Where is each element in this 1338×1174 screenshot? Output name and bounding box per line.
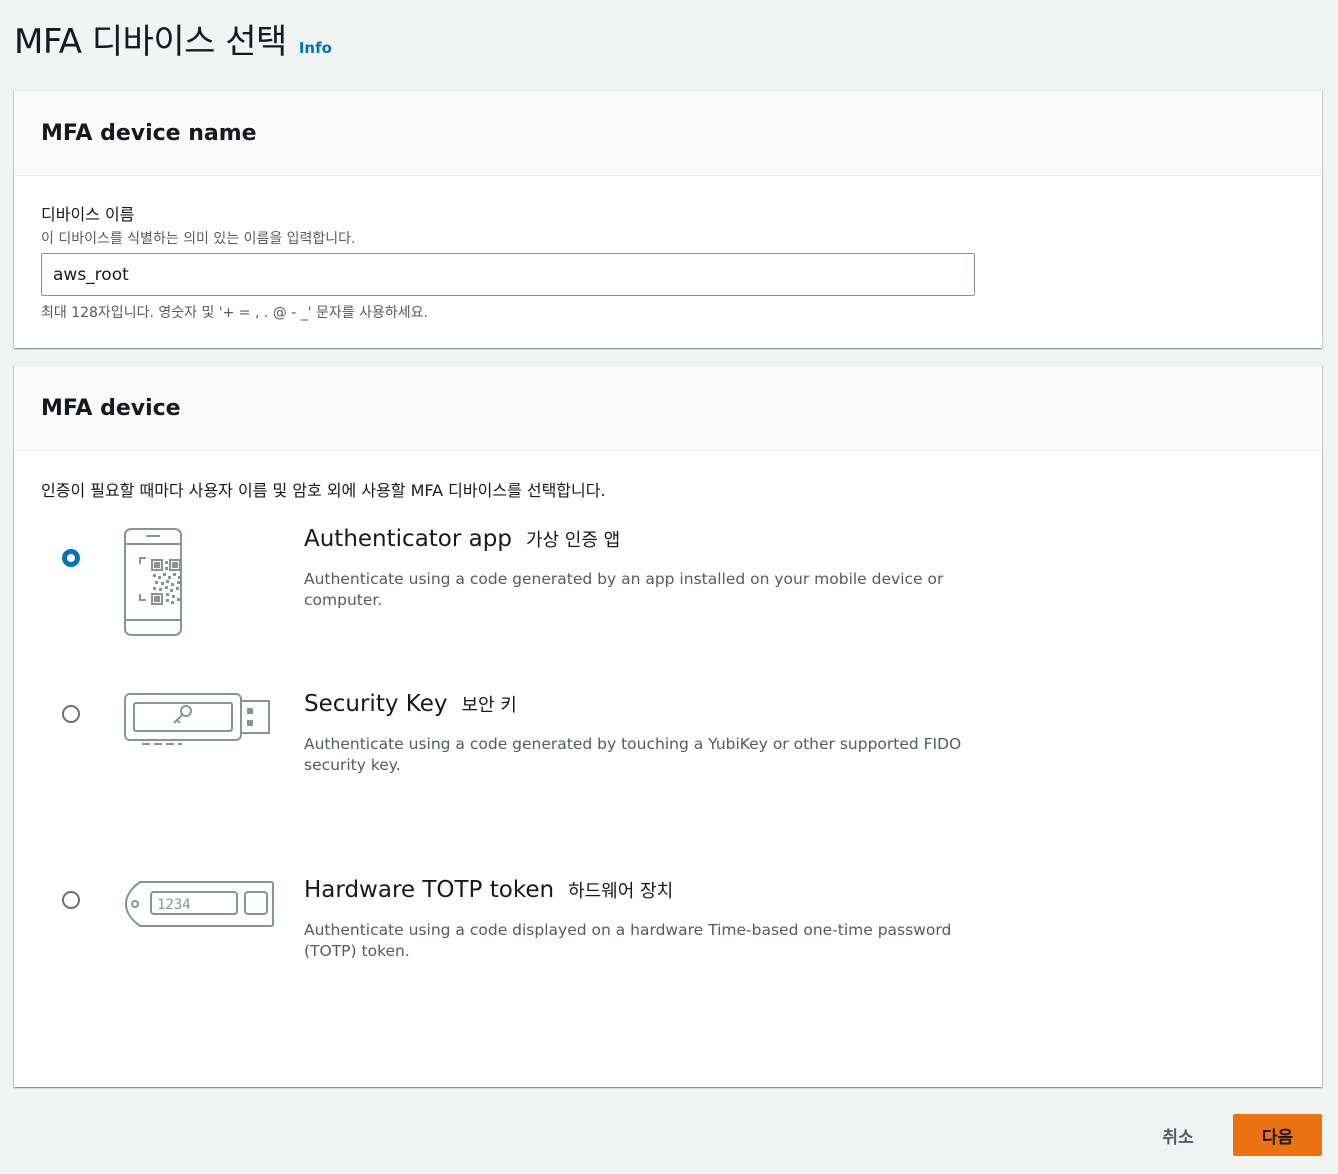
option-title-en: Security Key [304, 691, 448, 717]
panel-title: MFA device name [41, 120, 257, 146]
option-title: Security Key 보안 키 [304, 691, 517, 717]
device-name-input[interactable] [41, 253, 975, 296]
radio-security-key[interactable] [62, 705, 80, 723]
option-title-en: Authenticator app [304, 526, 512, 552]
panel-title: MFA device [41, 395, 181, 421]
next-button[interactable]: 다음 [1233, 1114, 1322, 1156]
page-title: MFA 디바이스 선택 [14, 22, 287, 62]
radio-hardware-totp[interactable] [62, 891, 80, 909]
device-name-label: 디바이스 이름 [41, 205, 135, 224]
mfa-device-panel: MFA device 인증이 필요할 때마다 사용자 이름 및 암호 외에 사용… [14, 365, 1322, 1087]
option-description: Authenticate using a code generated by a… [304, 570, 944, 609]
option-description: Authenticate using a code displayed on a… [304, 921, 952, 960]
option-hardware-totp[interactable]: 1234 Hardware TOTP token 하드웨어 장치 Authent… [14, 877, 1322, 977]
token-digits: 1234 [157, 897, 191, 913]
option-title-ko: 가상 인증 앱 [525, 530, 621, 551]
option-title-en: Hardware TOTP token [304, 877, 555, 903]
option-security-key[interactable]: Security Key 보안 키 Authenticate using a c… [14, 691, 1322, 791]
option-title: Hardware TOTP token 하드웨어 장치 [304, 877, 673, 903]
option-description: Authenticate using a code generated by t… [304, 735, 962, 774]
option-authenticator-app[interactable]: Authenticator app 가상 인증 앱 Authenticate u… [14, 526, 1322, 646]
info-link[interactable]: Info [299, 39, 332, 57]
device-name-description: 이 디바이스를 식별하는 의미 있는 이름을 입력합니다. [41, 231, 356, 247]
cancel-button[interactable]: 취소 [1145, 1114, 1211, 1156]
mfa-device-description: 인증이 필요할 때마다 사용자 이름 및 암호 외에 사용할 MFA 디바이스를… [41, 481, 606, 500]
panel-header: MFA device [14, 366, 1322, 451]
usb-key-icon [122, 691, 272, 751]
radio-authenticator-app[interactable] [62, 549, 80, 567]
device-name-hint: 최대 128자입니다. 영숫자 및 '+ = , . @ - _' 문자를 사용… [41, 305, 428, 321]
totp-token-icon: 1234 [122, 879, 277, 935]
option-title-ko: 하드웨어 장치 [568, 881, 674, 902]
page-header: MFA 디바이스 선택 Info [14, 14, 332, 63]
panel-header: MFA device name [14, 91, 1322, 176]
option-title: Authenticator app 가상 인증 앱 [304, 526, 620, 552]
phone-qr-icon [122, 526, 202, 642]
device-name-panel: MFA device name 디바이스 이름 이 디바이스를 식별하는 의미 … [14, 90, 1322, 348]
option-title-ko: 보안 키 [461, 695, 517, 716]
